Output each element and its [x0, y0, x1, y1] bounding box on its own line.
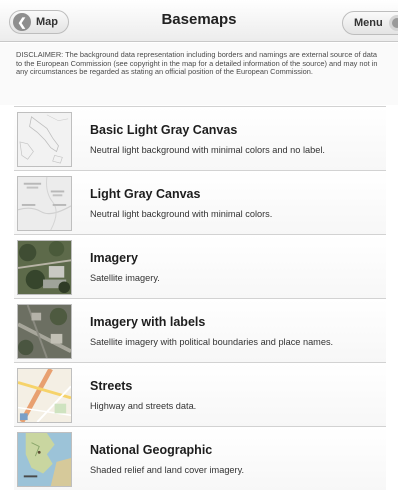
menu-button-label: Menu [354, 17, 383, 29]
basemap-description: Satellite imagery. [90, 273, 160, 283]
basemap-item-imagery-with-labels[interactable]: Imagery with labels Satellite imagery wi… [14, 298, 386, 362]
basemap-title: Streets [90, 379, 133, 393]
basemap-item-imagery[interactable]: Imagery Satellite imagery. [14, 234, 386, 298]
basemap-title: Basic Light Gray Canvas [90, 123, 238, 137]
streets-thumbnail [17, 368, 72, 423]
disclaimer-text: DISCLAIMER: The background data represen… [0, 43, 398, 105]
basemap-item-national-geographic[interactable]: National Geographic Shaded relief and la… [14, 426, 386, 490]
light-gray-canvas-thumbnail [17, 176, 72, 231]
basemap-description: Satellite imagery with political boundar… [90, 337, 334, 347]
header-bar: ❮ Map Basemaps Menu [0, 0, 398, 42]
basemap-title: Light Gray Canvas [90, 187, 201, 201]
basemap-item-basic-light-gray-canvas[interactable]: Basic Light Gray Canvas Neutral light ba… [14, 106, 386, 170]
basemap-title: Imagery with labels [90, 315, 206, 329]
imagery-thumbnail [17, 240, 72, 295]
page-title: Basemaps [161, 11, 237, 28]
basic-light-gray-thumbnail [17, 112, 72, 167]
basemap-description: Neutral light background with minimal co… [90, 209, 273, 219]
menu-button[interactable]: Menu [342, 11, 398, 35]
basemap-description: Highway and streets data. [90, 401, 197, 411]
basemap-item-streets[interactable]: Streets Highway and streets data. [14, 362, 386, 426]
basemap-description: Neutral light background with minimal co… [90, 145, 325, 155]
national-geographic-thumbnail [17, 432, 72, 487]
basemap-title: National Geographic [90, 443, 213, 457]
basemap-title: Imagery [90, 251, 138, 265]
basemap-description: Shaded relief and land cover imagery. [90, 465, 245, 475]
basemap-item-light-gray-canvas[interactable]: Light Gray Canvas Neutral light backgrou… [14, 170, 386, 234]
imagery-with-labels-thumbnail [17, 304, 72, 359]
gear-icon [388, 15, 398, 31]
basemap-list: Basic Light Gray Canvas Neutral light ba… [14, 106, 386, 490]
